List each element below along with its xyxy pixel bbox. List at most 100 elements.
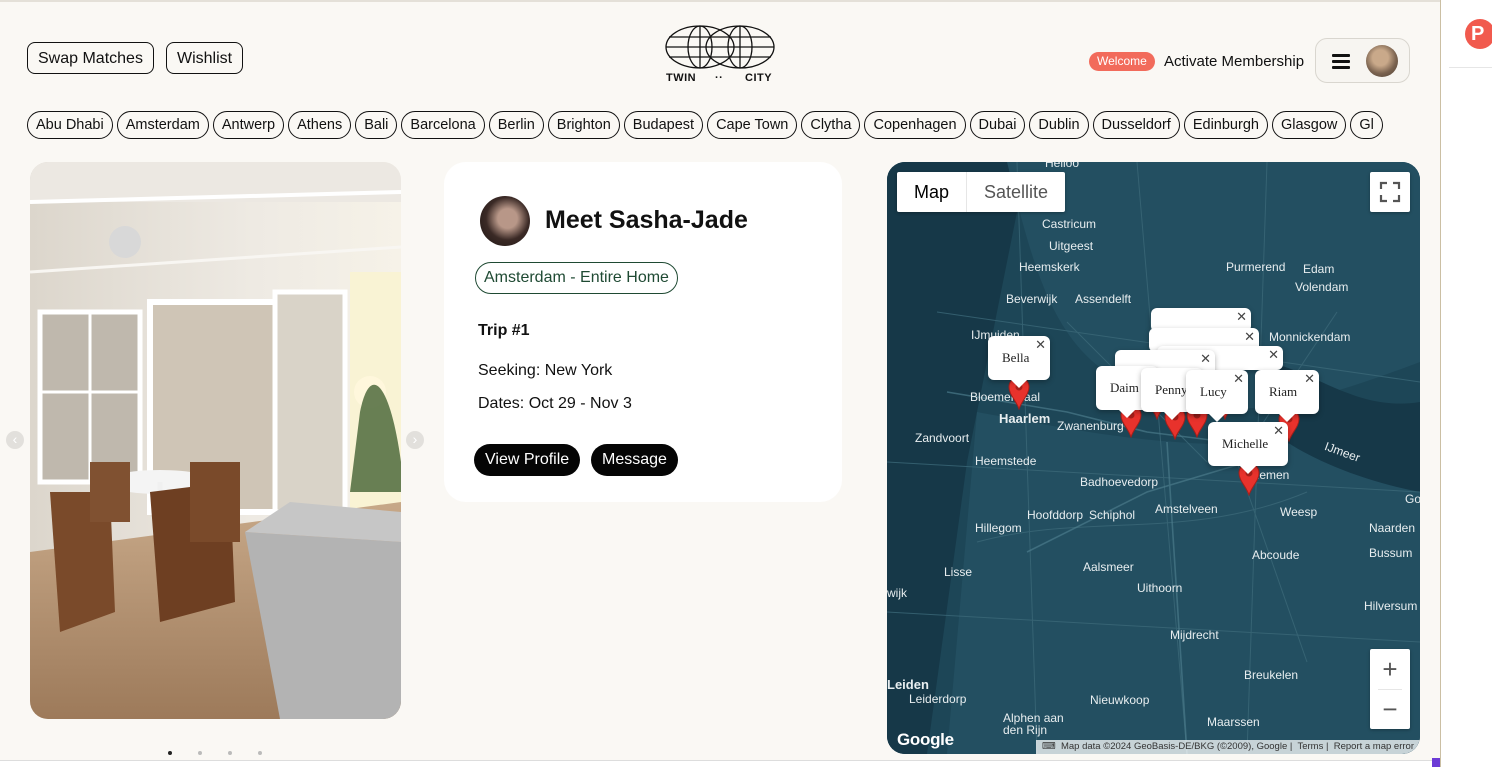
city-chip[interactable]: Abu Dhabi (27, 111, 113, 139)
city-chip[interactable]: Bali (355, 111, 398, 139)
map-place-label: Leiden (887, 677, 929, 692)
welcome-badge: Welcome (1089, 52, 1155, 71)
gallery-next-button[interactable]: › (406, 431, 424, 449)
map-place-label: Breukelen (1244, 668, 1299, 682)
gallery-dot-4[interactable] (258, 751, 262, 755)
map-place-label: Helloo (1045, 162, 1080, 170)
twin-city-logo[interactable]: TWIN ·· CITY (664, 24, 776, 88)
map-place-label: Mijdrecht (1170, 628, 1219, 642)
city-chip[interactable]: Barcelona (401, 111, 485, 139)
map-attribution: ⌨ Map data ©2024 GeoBasis-DE/BKG (©2009)… (1035, 740, 1420, 754)
info-window-name: Daim (1110, 380, 1139, 395)
map-place-label: Uitgeest (1049, 239, 1094, 253)
swap-matches-button[interactable]: Swap Matches (27, 42, 154, 74)
activate-membership-link[interactable]: Activate Membership (1164, 52, 1304, 71)
info-window[interactable]: ✕ Riam (1255, 370, 1319, 422)
map-type-map-button[interactable]: Map (897, 172, 968, 212)
city-chip[interactable]: Berlin (488, 111, 544, 139)
hamburger-menu-icon (1332, 54, 1350, 69)
logo-text-city: CITY (745, 72, 773, 84)
fullscreen-button[interactable] (1370, 172, 1410, 212)
info-window[interactable]: ✕ Michelle (1208, 422, 1288, 474)
city-chip[interactable]: Copenhagen (864, 111, 966, 139)
close-icon[interactable]: ✕ (1304, 371, 1315, 387)
trip-label: Trip #1 (478, 322, 530, 339)
city-chip[interactable]: Gl (1350, 111, 1383, 139)
close-icon[interactable]: ✕ (1236, 309, 1247, 325)
info-window-name: Riam (1269, 384, 1298, 399)
profile-card: Meet Sasha-Jade Amsterdam - Entire Home … (444, 162, 842, 502)
city-chip[interactable]: Dusseldorf (1092, 111, 1180, 139)
city-chip[interactable]: Dubai (969, 111, 1026, 139)
extension-p-icon[interactable]: P (1465, 19, 1492, 49)
browser-extension-sidebar: P (1440, 0, 1492, 767)
gallery-dot-3[interactable] (228, 751, 232, 755)
city-chip[interactable]: Dublin (1029, 111, 1089, 139)
close-icon[interactable]: ✕ (1233, 371, 1244, 387)
map-type-satellite-button[interactable]: Satellite (967, 172, 1065, 212)
map-place-label: Zandvoort (915, 431, 970, 445)
map-place-label: Aalsmeer (1083, 560, 1134, 574)
map-place-label: Hoofddorp (1027, 508, 1084, 522)
city-chip[interactable]: Amsterdam (116, 111, 209, 139)
info-window[interactable]: ✕ Lucy (1186, 370, 1248, 422)
zoom-out-button[interactable]: − (1370, 689, 1410, 729)
close-icon[interactable]: ✕ (1268, 347, 1279, 363)
map-place-label: Alphen aan den Rijn (1003, 711, 1064, 737)
profile-avatar[interactable] (480, 196, 530, 246)
info-window-name: Lucy (1200, 384, 1227, 399)
map-place-label: Weesp (1280, 505, 1318, 519)
close-icon[interactable]: ✕ (1244, 329, 1255, 345)
gallery-prev-button[interactable]: ‹ (6, 431, 24, 449)
view-profile-button[interactable]: View Profile (474, 444, 581, 476)
city-chip[interactable]: Clytha (801, 111, 861, 139)
map-place-label: Bussum (1369, 546, 1413, 560)
city-chip[interactable]: Budapest (623, 111, 704, 139)
close-icon[interactable]: ✕ (1035, 337, 1046, 353)
map-data-text: Map data ©2024 GeoBasis-DE/BKG (©2009), … (1060, 741, 1288, 752)
city-chip[interactable]: Cape Town (707, 111, 798, 139)
map-place-label: Hilversum (1364, 599, 1418, 613)
map-place-label: Assendelft (1075, 292, 1132, 306)
zoom-control: + − (1370, 649, 1410, 729)
map-place-label: Maarssen (1207, 715, 1260, 729)
bottom-bar (0, 758, 1440, 767)
map-place-label: Beverwijk (1006, 292, 1058, 306)
globe-logo-icon (665, 25, 775, 69)
logo-text-twin: TWIN (666, 72, 697, 84)
terms-link[interactable]: Terms (1297, 741, 1323, 752)
map-place-label: Zwanenburg (1057, 419, 1124, 433)
wishlist-button[interactable]: Wishlist (166, 42, 244, 74)
map-place-label: Badhoevedorp (1080, 475, 1159, 489)
city-chip[interactable]: Edinburgh (1183, 111, 1268, 139)
info-window[interactable]: ✕ Bella (988, 336, 1050, 388)
message-button[interactable]: Message (591, 444, 678, 476)
report-map-error-link[interactable]: Report a map error (1334, 741, 1414, 752)
listing-tag: Amsterdam - Entire Home (475, 262, 678, 294)
keyboard-icon[interactable]: ⌨ (1042, 741, 1056, 752)
close-icon[interactable]: ✕ (1200, 351, 1211, 367)
city-chip[interactable]: Antwerp (212, 111, 285, 139)
info-window-name: Michelle (1222, 436, 1269, 451)
map-place-label: Hillegom (975, 521, 1022, 535)
page: Swap Matches Wishlist TWIN ·· CITY Welco… (0, 0, 1440, 760)
map-place-label: Leiderdorp (909, 692, 967, 706)
map[interactable]: Helloo Castricum Uitgeest Heemskerk Purmeren… (887, 162, 1420, 754)
map-place-label: Volendam (1295, 280, 1349, 294)
map-place-label: Heemstede (975, 454, 1037, 468)
map-place-label: wijk (887, 586, 907, 600)
zoom-in-button[interactable]: + (1370, 649, 1410, 689)
city-chip[interactable]: Brighton (547, 111, 620, 139)
listing-photo[interactable] (30, 162, 401, 719)
map-place-label: Edam (1303, 262, 1335, 276)
city-chip[interactable]: Glasgow (1271, 111, 1347, 139)
gallery-dot-2[interactable] (198, 751, 202, 755)
map-type-control: Map Satellite (897, 172, 1066, 212)
close-icon[interactable]: ✕ (1273, 423, 1284, 439)
gallery-dot-1[interactable] (168, 751, 172, 755)
map-place-label: Schiphol (1089, 508, 1136, 522)
user-menu-button[interactable] (1315, 38, 1410, 83)
city-chip[interactable]: Athens (288, 111, 352, 139)
listing-photo-image (30, 162, 401, 719)
map-place-label: Haarlem (999, 411, 1051, 426)
